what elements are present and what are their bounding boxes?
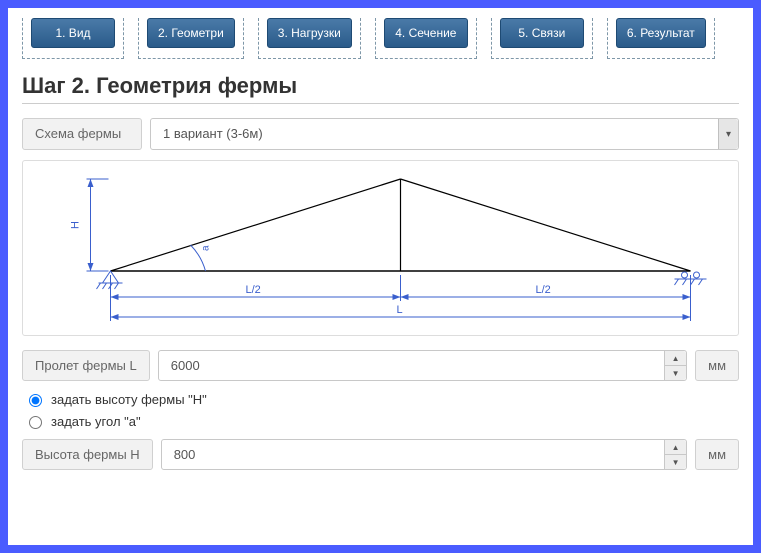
scheme-label: Схема фермы	[22, 118, 142, 150]
scheme-select[interactable]: 1 вариант (3-6м) ▾	[150, 118, 739, 150]
radio-by-height[interactable]: задать высоту фермы "H"	[24, 391, 739, 407]
radio-by-height-label: задать высоту фермы "H"	[51, 392, 207, 407]
chevron-down-icon[interactable]: ▼	[665, 455, 686, 469]
diagram-height-label: H	[70, 221, 82, 229]
chevron-down-icon: ▾	[718, 119, 738, 149]
diagram-half-right: L/2	[536, 284, 551, 296]
scheme-selected-text: 1 вариант (3-6м)	[163, 119, 718, 149]
tab-wrap-5: 5. Связи	[491, 18, 593, 59]
radio-by-height-input[interactable]	[29, 394, 42, 407]
chevron-up-icon[interactable]: ▲	[665, 351, 686, 366]
chevron-down-icon[interactable]: ▼	[665, 366, 686, 380]
tab-wrap-3: 3. Нагрузки	[258, 18, 361, 59]
tab-wrap-6: 6. Результат	[607, 18, 715, 59]
radio-by-angle-label: задать угол "a"	[51, 414, 141, 429]
tab-geometry[interactable]: 2. Геометри	[147, 18, 235, 48]
height-stepper[interactable]: ▲ ▼	[664, 440, 686, 469]
tab-wrap-1: 1. Вид	[22, 18, 124, 59]
tab-section[interactable]: 4. Сечение	[384, 18, 468, 48]
step-tabs: 1. Вид 2. Геометри 3. Нагрузки 4. Сечени…	[22, 18, 739, 59]
span-stepper[interactable]: ▲ ▼	[664, 351, 686, 380]
tab-wrap-4: 4. Сечение	[375, 18, 477, 59]
span-input[interactable]	[159, 351, 664, 380]
radio-by-angle[interactable]: задать угол "a"	[24, 413, 739, 429]
tab-view[interactable]: 1. Вид	[31, 18, 115, 48]
height-label: Высота фермы H	[22, 439, 153, 470]
span-label: Пролет фермы L	[22, 350, 150, 381]
height-unit: мм	[695, 439, 739, 470]
radio-by-angle-input[interactable]	[29, 416, 42, 429]
chevron-up-icon[interactable]: ▲	[665, 440, 686, 455]
diagram-angle-label: a	[201, 245, 212, 251]
diagram-span-label: L	[397, 304, 403, 316]
tab-wrap-2: 2. Геометри	[138, 18, 244, 59]
tab-result[interactable]: 6. Результат	[616, 18, 706, 48]
title-divider	[22, 103, 739, 104]
diagram-half-left: L/2	[246, 284, 261, 296]
height-input[interactable]	[162, 440, 664, 469]
truss-diagram: a H	[22, 160, 739, 336]
tab-loads[interactable]: 3. Нагрузки	[267, 18, 352, 48]
span-unit: мм	[695, 350, 739, 381]
tab-connections[interactable]: 5. Связи	[500, 18, 584, 48]
page-title: Шаг 2. Геометрия фермы	[22, 73, 739, 99]
